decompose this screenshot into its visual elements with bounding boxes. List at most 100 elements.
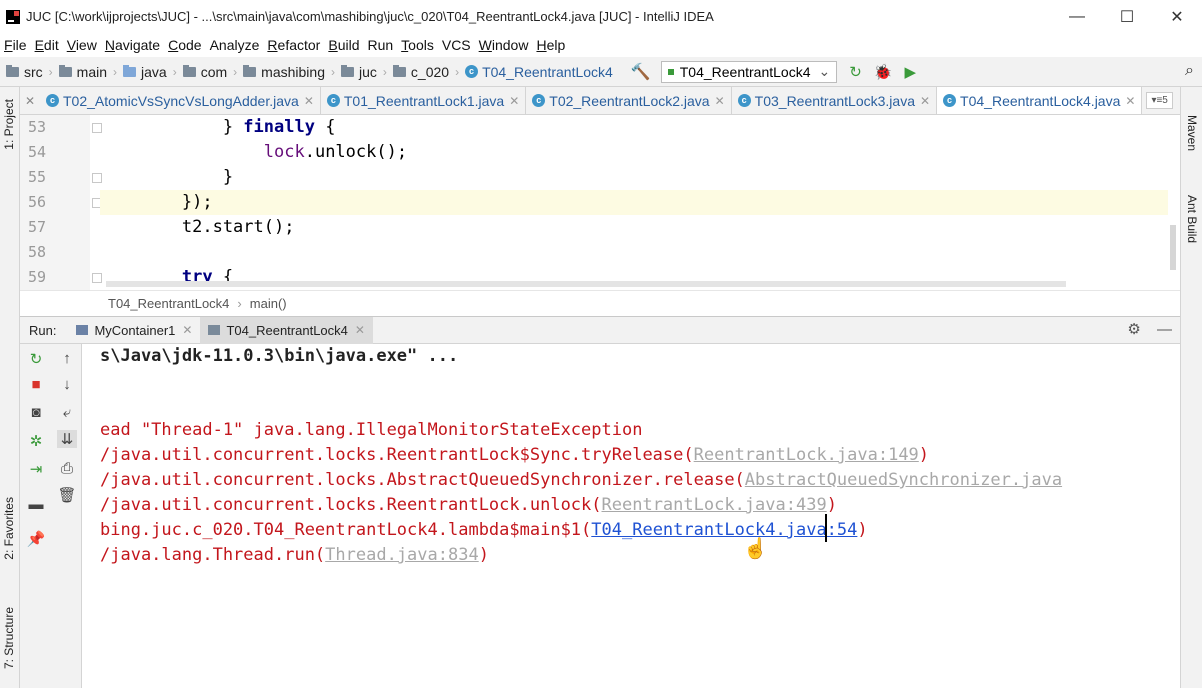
print-icon[interactable]: ⎙	[57, 460, 77, 477]
close-icon[interactable]: ✕	[304, 94, 314, 108]
code-line-56: });	[100, 190, 1168, 215]
ant-build-tool-tab[interactable]: Ant Build	[1185, 195, 1199, 243]
package-icon	[341, 64, 354, 77]
hide-panel-icon[interactable]: —	[1157, 321, 1172, 338]
nav-crumb-main[interactable]: main ›	[53, 64, 117, 80]
nav-crumb-com[interactable]: com ›	[177, 64, 237, 80]
nav-crumb-class[interactable]: c T04_ReentrantLock4	[459, 64, 613, 80]
menu-run[interactable]: Run	[363, 37, 397, 53]
nav-crumb-mashibing[interactable]: mashibing ›	[237, 64, 335, 80]
camera-icon[interactable]: ◙	[26, 404, 46, 421]
class-icon: c	[943, 94, 957, 107]
run-config-icon	[76, 325, 89, 335]
run-panel-header: Run: MyContainer1 ✕ T04_ReentrantLock4 ✕ ⚙…	[20, 316, 1180, 344]
menu-tools[interactable]: Tools	[397, 37, 438, 53]
soft-wrap-icon[interactable]: ⤶	[57, 404, 77, 421]
breadcrumb-method[interactable]: main()	[250, 296, 287, 311]
close-icon[interactable]: ✕	[20, 87, 40, 114]
source-link[interactable]: AbstractQueuedSynchronizer.java	[745, 470, 1062, 490]
editor-tabs: ✕ c T02_AtomicVsSyncVsLongAdder.java ✕ c T0…	[20, 87, 1180, 115]
menu-window[interactable]: Window	[475, 37, 533, 53]
console-stack-line: /java.lang.Thread.run(Thread.java:834)	[100, 545, 489, 565]
run-config-icon	[208, 325, 221, 335]
nav-crumb-c020[interactable]: c_020 ›	[387, 64, 459, 80]
menu-bar: File Edit View Navigate Code Analyze Ref…	[0, 33, 1202, 57]
close-button[interactable]: ✕	[1152, 0, 1202, 33]
run-tab-t04-reentrantlock4[interactable]: T04_ReentrantLock4 ✕	[200, 316, 373, 344]
menu-view[interactable]: View	[63, 37, 101, 53]
source-link[interactable]: ReentrantLock.java:149	[694, 445, 919, 465]
source-link-hovered[interactable]: T04_ReentrantLock4.java:54	[591, 520, 857, 540]
run-label: Run:	[29, 322, 57, 338]
debug-icon[interactable]: ✲	[26, 432, 46, 450]
console-stack-line: /java.util.concurrent.locks.AbstractQueu…	[100, 470, 1063, 490]
editor-horizontal-scrollbar[interactable]	[106, 281, 1066, 287]
tab-t01-reentrantlock1[interactable]: c T01_ReentrantLock1.java ✕	[321, 87, 527, 114]
layout-icon[interactable]: ▬	[26, 496, 46, 513]
line-number: 59	[28, 268, 47, 286]
structure-tool-tab[interactable]: 7: Structure	[2, 607, 16, 669]
exit-icon[interactable]: ⇥	[26, 460, 46, 478]
trash-icon[interactable]: 🗑	[57, 486, 77, 504]
search-icon[interactable]: ⌕	[1185, 62, 1194, 80]
nav-crumb-src[interactable]: src ›	[0, 64, 53, 80]
intellij-logo-icon	[6, 9, 20, 24]
hammer-icon[interactable]: 🔨	[631, 62, 651, 82]
nav-crumb-juc[interactable]: juc ›	[335, 64, 387, 80]
menu-code[interactable]: Code	[164, 37, 205, 53]
project-tool-tab[interactable]: 1: Project	[2, 99, 16, 150]
close-icon[interactable]: ✕	[182, 323, 192, 337]
line-number: 56	[28, 193, 47, 211]
favorites-tool-tab[interactable]: 2: Favorites	[2, 497, 16, 560]
close-icon[interactable]: ✕	[920, 94, 930, 108]
close-icon[interactable]: ✕	[355, 323, 365, 337]
hand-pointer-icon: ☝	[743, 538, 768, 560]
source-link[interactable]: ReentrantLock.java:439	[602, 495, 827, 515]
menu-edit[interactable]: Edit	[31, 37, 63, 53]
line-number: 54	[28, 143, 47, 161]
rerun-icon[interactable]: ↻	[26, 350, 46, 368]
menu-build[interactable]: Build	[324, 37, 363, 53]
nav-crumb-java[interactable]: java ›	[117, 64, 177, 80]
coverage-icon[interactable]: ▶	[905, 63, 917, 81]
run-tab-mycontainer1[interactable]: MyContainer1 ✕	[68, 317, 200, 344]
tab-t02-reentrantlock2[interactable]: c T02_ReentrantLock2.java ✕	[526, 87, 732, 114]
code-editor[interactable]: 53 54 55 56 57 58 59 } finally { lock.un…	[20, 115, 1180, 290]
package-icon	[243, 64, 257, 77]
maximize-button[interactable]: ☐	[1102, 0, 1152, 33]
text-cursor-icon	[825, 514, 827, 542]
tab-t03-reentrantlock3[interactable]: c T03_ReentrantLock3.java ✕	[732, 87, 938, 114]
run-panel-tools: ⚙ —	[1115, 320, 1172, 338]
source-link[interactable]: Thread.java:834	[325, 545, 479, 565]
menu-vcs[interactable]: VCS	[438, 37, 475, 53]
tab-t04-reentrantlock4[interactable]: c T04_ReentrantLock4.java ✕	[937, 87, 1143, 114]
breadcrumb-class[interactable]: T04_ReentrantLock4	[108, 296, 229, 311]
close-icon[interactable]: ✕	[715, 94, 725, 108]
down-arrow-icon[interactable]: ↓	[57, 376, 77, 393]
scroll-to-end-icon[interactable]: ⇊	[57, 430, 77, 448]
class-icon: c	[737, 94, 751, 107]
tab-t02-atomic[interactable]: c T02_AtomicVsSyncVsLongAdder.java ✕	[40, 87, 321, 114]
rerun-icon[interactable]: ↻	[849, 63, 862, 81]
tabs-overflow-button[interactable]: ▾≡5	[1146, 92, 1173, 109]
minimize-button[interactable]: —	[1052, 0, 1102, 33]
menu-analyze[interactable]: Analyze	[206, 37, 264, 53]
editor-vertical-scrollbar[interactable]	[1170, 225, 1176, 270]
up-arrow-icon[interactable]: ↑	[57, 350, 77, 367]
maven-tool-tab[interactable]: Maven	[1185, 115, 1199, 151]
pin-icon[interactable]: 📌	[26, 530, 46, 548]
close-icon[interactable]: ✕	[509, 94, 519, 108]
stop-icon[interactable]: ■	[26, 376, 46, 393]
close-icon[interactable]: ✕	[1125, 94, 1135, 108]
gear-icon[interactable]: ⚙	[1127, 321, 1140, 338]
line-number: 58	[28, 243, 47, 261]
menu-refactor[interactable]: Refactor	[263, 37, 324, 53]
run-configuration-select[interactable]: T04_ReentrantLock4 ⌄	[660, 60, 838, 83]
class-icon: c	[326, 94, 340, 107]
menu-help[interactable]: Help	[532, 37, 569, 53]
menu-file[interactable]: File	[0, 37, 31, 53]
console-output[interactable]: s\Java\jdk-11.0.3\bin\java.exe" ... ead …	[83, 344, 1180, 688]
menu-navigate[interactable]: Navigate	[101, 37, 164, 53]
debug-icon[interactable]: 🐞	[874, 63, 893, 81]
line-number: 57	[28, 218, 47, 236]
